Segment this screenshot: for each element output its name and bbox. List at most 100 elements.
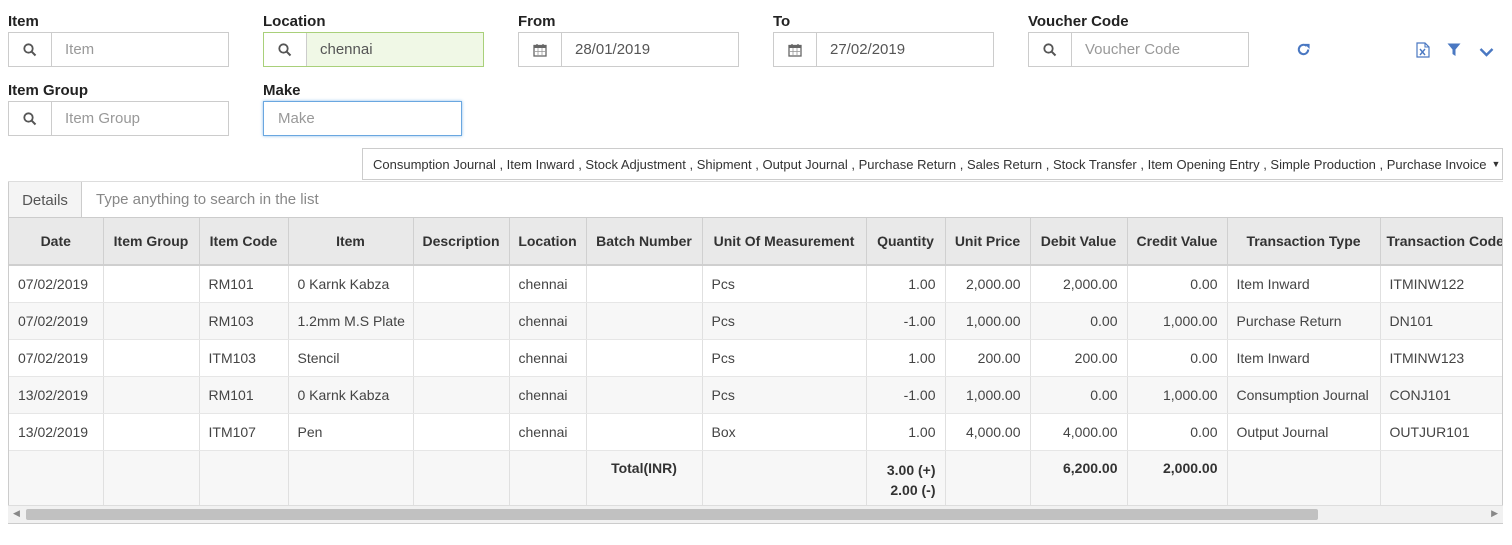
cell-uom: Pcs — [702, 302, 867, 340]
search-icon — [264, 33, 307, 66]
cell-debit-value: 200.00 — [1030, 339, 1128, 377]
cell-item: 0 Karnk Kabza — [288, 376, 414, 414]
to-date-input[interactable]: 27/02/2019 — [817, 33, 993, 66]
cell-description — [413, 339, 510, 377]
cell-location: chennai — [509, 339, 587, 377]
scroll-right-icon[interactable]: ▶ — [1491, 508, 1498, 519]
location-input[interactable]: chennai — [307, 33, 483, 66]
make-field[interactable]: Make — [263, 101, 462, 136]
cell-quantity: -1.00 — [866, 376, 946, 414]
item-field[interactable]: Item — [8, 32, 229, 67]
search-icon — [9, 33, 52, 66]
cell-debit-value: 2,000.00 — [1030, 265, 1128, 303]
item-group-input[interactable]: Item Group — [52, 102, 228, 135]
column-header-date[interactable]: Date — [9, 218, 104, 266]
cell-location: chennai — [509, 302, 587, 340]
cell-transaction-type: Consumption Journal — [1227, 376, 1381, 414]
cell-date: 07/02/2019 — [9, 339, 104, 377]
transaction-type-select[interactable]: Consumption Journal , Item Inward , Stoc… — [362, 148, 1503, 180]
cell-quantity: 1.00 — [866, 339, 946, 377]
cell-item-group — [103, 302, 200, 340]
cell-description — [413, 302, 510, 340]
table-row[interactable]: 07/02/2019 RM101 0 Karnk Kabza chennai P… — [9, 265, 1502, 303]
cell-item-code: ITM103 — [199, 339, 289, 377]
column-header-unit-of-measurement[interactable]: Unit Of Measurement — [702, 218, 867, 266]
from-date-field[interactable]: 28/01/2019 — [518, 32, 739, 67]
cell-transaction-code: OUTJUR101 — [1380, 413, 1502, 451]
table-header-row: Date Item Group Item Code Item Descripti… — [9, 218, 1502, 266]
cell-item: Pen — [288, 413, 414, 451]
filter-icon[interactable] — [1447, 43, 1461, 62]
column-header-item[interactable]: Item — [288, 218, 414, 266]
cell-transaction-code: CONJ101 — [1380, 376, 1502, 414]
cell-quantity: 1.00 — [866, 265, 946, 303]
to-label: To — [773, 13, 791, 30]
make-input[interactable]: Make — [264, 102, 461, 135]
cell-transaction-code: ITMINW123 — [1380, 339, 1502, 377]
cell-credit-value: 0.00 — [1127, 265, 1228, 303]
from-date-input[interactable]: 28/01/2019 — [562, 33, 738, 66]
voucher-code-label: Voucher Code — [1028, 13, 1129, 30]
voucher-code-field[interactable]: Voucher Code — [1028, 32, 1249, 67]
list-search-input[interactable]: Type anything to search in the list — [82, 182, 1503, 217]
table-row[interactable]: 07/02/2019 ITM103 Stencil chennai Pcs 1.… — [9, 339, 1502, 377]
item-input[interactable]: Item — [52, 33, 228, 66]
column-header-debit-value[interactable]: Debit Value — [1030, 218, 1128, 266]
table-row[interactable]: 13/02/2019 RM101 0 Karnk Kabza chennai P… — [9, 376, 1502, 414]
column-header-transaction-type[interactable]: Transaction Type — [1227, 218, 1381, 266]
stock-ledger-grid: Date Item Group Item Code Item Descripti… — [8, 217, 1503, 524]
tab-bar: Details Type anything to search in the l… — [8, 181, 1503, 218]
cell-transaction-type: Item Inward — [1227, 339, 1381, 377]
total-quantity-minus: 2.00 (-) — [890, 482, 936, 498]
cell-unit-price: 4,000.00 — [945, 413, 1031, 451]
item-label: Item — [8, 13, 39, 30]
cell-uom: Box — [702, 413, 867, 451]
table-row[interactable]: 13/02/2019 ITM107 Pen chennai Box 1.00 4… — [9, 413, 1502, 451]
cell-item-group — [103, 265, 200, 303]
location-field[interactable]: chennai — [263, 32, 484, 67]
column-header-description[interactable]: Description — [413, 218, 510, 266]
column-header-location[interactable]: Location — [509, 218, 587, 266]
cell-uom: Pcs — [702, 265, 867, 303]
search-icon — [1029, 33, 1072, 66]
cell-unit-price: 2,000.00 — [945, 265, 1031, 303]
cell-quantity: 1.00 — [866, 413, 946, 451]
refresh-icon[interactable] — [1296, 42, 1311, 62]
scroll-left-icon[interactable]: ◀ — [13, 508, 20, 519]
column-header-unit-price[interactable]: Unit Price — [945, 218, 1031, 266]
location-label: Location — [263, 13, 326, 30]
cell-credit-value: 0.00 — [1127, 413, 1228, 451]
cell-item-group — [103, 339, 200, 377]
scrollbar-thumb[interactable] — [26, 509, 1318, 520]
cell-location: chennai — [509, 413, 587, 451]
search-icon — [9, 102, 52, 135]
voucher-code-input[interactable]: Voucher Code — [1072, 33, 1248, 66]
transaction-type-value: Consumption Journal , Item Inward , Stoc… — [373, 156, 1487, 172]
cell-item-code: RM103 — [199, 302, 289, 340]
column-header-transaction-code[interactable]: Transaction Code — [1380, 218, 1502, 266]
table-row[interactable]: 07/02/2019 RM103 1.2mm M.S Plate chennai… — [9, 302, 1502, 340]
cell-debit-value: 0.00 — [1030, 302, 1128, 340]
tab-details[interactable]: Details — [8, 182, 82, 218]
make-label: Make — [263, 82, 301, 99]
cell-date: 13/02/2019 — [9, 376, 104, 414]
horizontal-scrollbar[interactable]: ◀ ▶ — [8, 505, 1503, 523]
column-header-item-code[interactable]: Item Code — [199, 218, 289, 266]
cell-transaction-type: Output Journal — [1227, 413, 1381, 451]
column-header-quantity[interactable]: Quantity — [866, 218, 946, 266]
cell-debit-value: 4,000.00 — [1030, 413, 1128, 451]
cell-date: 13/02/2019 — [9, 413, 104, 451]
calendar-icon[interactable] — [519, 33, 562, 66]
total-quantity-plus: 3.00 (+) — [886, 462, 936, 478]
chevron-down-icon[interactable] — [1479, 45, 1494, 63]
column-header-item-group[interactable]: Item Group — [103, 218, 200, 266]
column-header-credit-value[interactable]: Credit Value — [1127, 218, 1228, 266]
calendar-icon[interactable] — [774, 33, 817, 66]
cell-transaction-code: DN101 — [1380, 302, 1502, 340]
excel-export-icon[interactable] — [1416, 42, 1430, 63]
item-group-field[interactable]: Item Group — [8, 101, 229, 136]
cell-uom: Pcs — [702, 339, 867, 377]
cell-batch-number — [586, 265, 703, 303]
column-header-batch-number[interactable]: Batch Number — [586, 218, 703, 266]
to-date-field[interactable]: 27/02/2019 — [773, 32, 994, 67]
